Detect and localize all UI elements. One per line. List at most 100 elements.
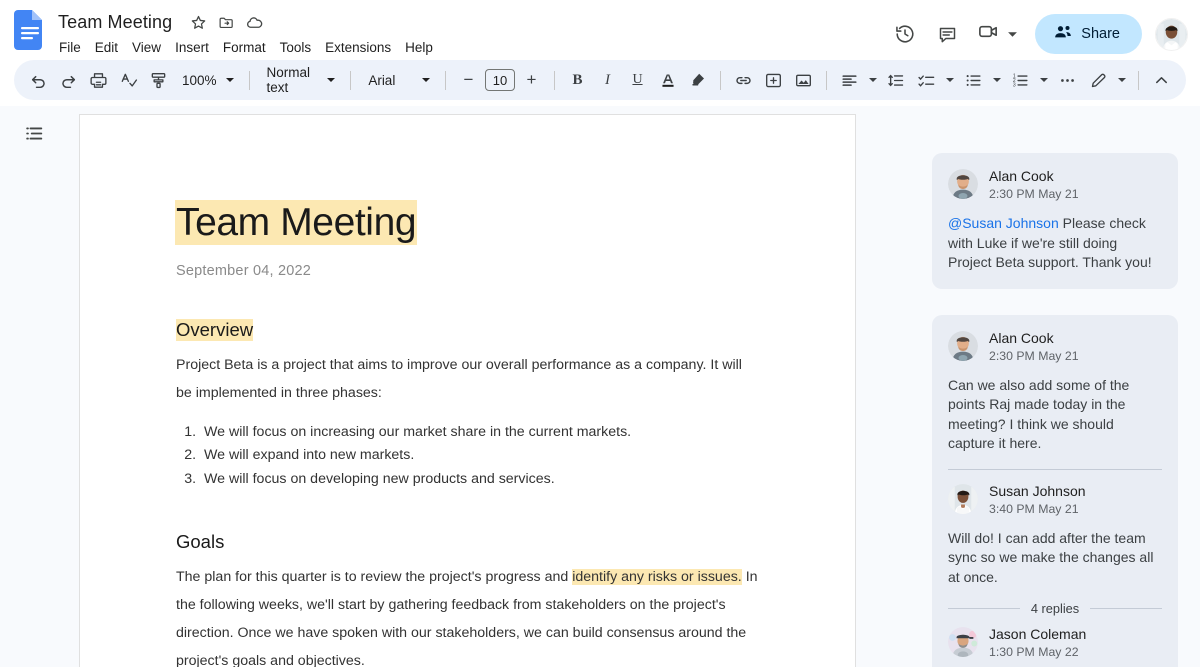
section-paragraph-overview[interactable]: Project Beta is a project that aims to i… [176, 351, 759, 407]
comment-card[interactable]: Alan Cook 2:30 PM May 21 Can we also add… [932, 315, 1178, 667]
list-item[interactable]: We will focus on increasing our market s… [200, 421, 759, 445]
add-comment-icon[interactable] [759, 66, 788, 95]
list-item[interactable]: We will focus on developing new products… [200, 468, 759, 492]
checklist-dropdown-caret[interactable] [942, 66, 958, 95]
underline-button[interactable]: U [623, 66, 652, 95]
toolbar-divider [249, 71, 250, 90]
open-comment-history-icon[interactable] [927, 14, 967, 54]
star-icon[interactable] [186, 10, 210, 34]
comment-body: Can we also add some of the points Raj m… [948, 376, 1162, 454]
toolbar-divider [350, 71, 351, 90]
checklist-icon[interactable] [912, 66, 941, 95]
comment-author-block: Alan Cook 2:30 PM May 21 [989, 330, 1079, 365]
chevron-down-icon [322, 71, 340, 89]
bulleted-list-icon[interactable] [959, 66, 988, 95]
toolbar-divider [554, 71, 555, 90]
google-docs-icon[interactable] [14, 10, 46, 50]
document-title[interactable]: Team Meeting [56, 12, 174, 33]
print-icon[interactable] [84, 66, 113, 95]
meet-button[interactable] [969, 14, 1027, 54]
font-family-value: Arial [368, 73, 395, 88]
list-item[interactable]: We will expand into new markets. [200, 444, 759, 468]
comment-reply-body: Will do! I can add after the team sync s… [948, 529, 1162, 588]
document-outline-icon[interactable] [17, 116, 51, 150]
comment-author-block: Alan Cook 2:30 PM May 21 [989, 168, 1079, 203]
font-family-dropdown[interactable]: Arial [359, 66, 437, 95]
numbered-list-dropdown-caret[interactable] [1036, 66, 1052, 95]
menu-item-format[interactable]: Format [216, 38, 273, 57]
header-actions: Share [885, 8, 1188, 54]
comment-author-block: Susan Johnson 3:40 PM May 21 [989, 483, 1086, 518]
align-dropdown-caret[interactable] [865, 66, 881, 95]
font-size-stepper: − 10 + [454, 66, 546, 95]
move-to-folder-icon[interactable] [214, 10, 238, 34]
line-spacing-icon[interactable] [882, 66, 911, 95]
bulleted-list-dropdown-caret[interactable] [989, 66, 1005, 95]
share-button[interactable]: Share [1035, 14, 1142, 54]
goals-highlighted-text: identify any risks or issues. [572, 569, 742, 585]
comment-author-block: Jason Coleman 1:30 PM May 22 [989, 626, 1086, 661]
section-heading-goals[interactable]: Goals [176, 531, 224, 553]
version-history-icon[interactable] [885, 14, 925, 54]
mention-link[interactable]: @Susan Johnson [948, 215, 1059, 231]
highlight-color-icon[interactable] [683, 66, 712, 95]
document-page[interactable]: Team Meeting September 04, 2022 Overview… [79, 114, 856, 667]
comment-timestamp: 2:30 PM May 21 [989, 186, 1079, 203]
zoom-level-dropdown[interactable]: 100% [174, 66, 241, 95]
goals-text-part1: The plan for this quarter is to review t… [176, 569, 572, 585]
comment-reply-header: Jason Coleman 1:30 PM May 22 [948, 626, 1162, 661]
menu-item-tools[interactable]: Tools [273, 38, 319, 57]
font-size-increase-button[interactable]: + [517, 66, 546, 95]
workspace: Team Meeting September 04, 2022 Overview… [0, 106, 1200, 667]
menu-item-view[interactable]: View [125, 38, 168, 57]
menu-item-insert[interactable]: Insert [168, 38, 216, 57]
menu-item-edit[interactable]: Edit [88, 38, 125, 57]
spellcheck-icon[interactable] [114, 66, 143, 95]
paragraph-style-dropdown[interactable]: Normal text [258, 66, 343, 95]
chevron-up-icon[interactable] [1147, 66, 1176, 95]
bold-button[interactable]: B [563, 66, 592, 95]
comments-pane[interactable]: Alan Cook 2:30 PM May 21 @Susan Johnson … [910, 106, 1200, 667]
section-heading-overview[interactable]: Overview [176, 319, 253, 341]
reply-count-divider[interactable]: 4 replies [948, 601, 1162, 616]
document-date[interactable]: September 04, 2022 [176, 263, 759, 279]
reply-count-label[interactable]: 4 replies [1031, 601, 1079, 616]
menu-item-help[interactable]: Help [398, 38, 440, 57]
align-left-icon[interactable] [835, 66, 864, 95]
menu-item-file[interactable]: File [52, 38, 88, 57]
italic-button[interactable]: I [593, 66, 622, 95]
overview-numbered-list[interactable]: We will focus on increasing our market s… [176, 421, 759, 492]
chevron-down-icon [417, 71, 435, 89]
cloud-saved-icon[interactable] [242, 10, 266, 34]
font-size-decrease-button[interactable]: − [454, 66, 483, 95]
formatting-toolbar: 100% Normal text Arial − 10 + B [14, 60, 1186, 100]
insert-image-icon[interactable] [789, 66, 818, 95]
more-horizontal-icon[interactable] [1053, 66, 1082, 95]
link-icon[interactable] [729, 66, 758, 95]
redo-icon[interactable] [54, 66, 83, 95]
document-heading[interactable]: Team Meeting [176, 201, 416, 244]
share-button-label: Share [1081, 26, 1120, 42]
menu-item-extensions[interactable]: Extensions [318, 38, 398, 57]
font-size-input[interactable]: 10 [485, 69, 515, 91]
pencil-editing-icon[interactable] [1084, 66, 1113, 95]
comment-timestamp: 2:30 PM May 21 [989, 348, 1079, 365]
jason-coleman-avatar [948, 627, 978, 657]
undo-icon[interactable] [24, 66, 53, 95]
text-color-icon[interactable] [653, 66, 682, 95]
alan-cook-avatar [948, 169, 978, 199]
comment-timestamp: 3:40 PM May 21 [989, 501, 1086, 518]
comment-author: Jason Coleman [989, 626, 1086, 643]
app-header: Team Meeting [0, 0, 1200, 60]
comment-body: @Susan Johnson Please check with Luke if… [948, 214, 1162, 273]
editing-mode-dropdown-caret[interactable] [1114, 66, 1130, 95]
left-rail [0, 106, 68, 667]
document-canvas[interactable]: Team Meeting September 04, 2022 Overview… [68, 106, 910, 667]
section-paragraph-goals[interactable]: The plan for this quarter is to review t… [176, 563, 759, 667]
share-people-icon [1053, 22, 1073, 46]
paint-format-icon[interactable] [144, 66, 173, 95]
numbered-list-icon[interactable]: 1 2 3 [1006, 66, 1035, 95]
comment-card[interactable]: Alan Cook 2:30 PM May 21 @Susan Johnson … [932, 153, 1178, 289]
account-avatar[interactable] [1155, 18, 1188, 51]
toolbar-divider [720, 71, 721, 90]
